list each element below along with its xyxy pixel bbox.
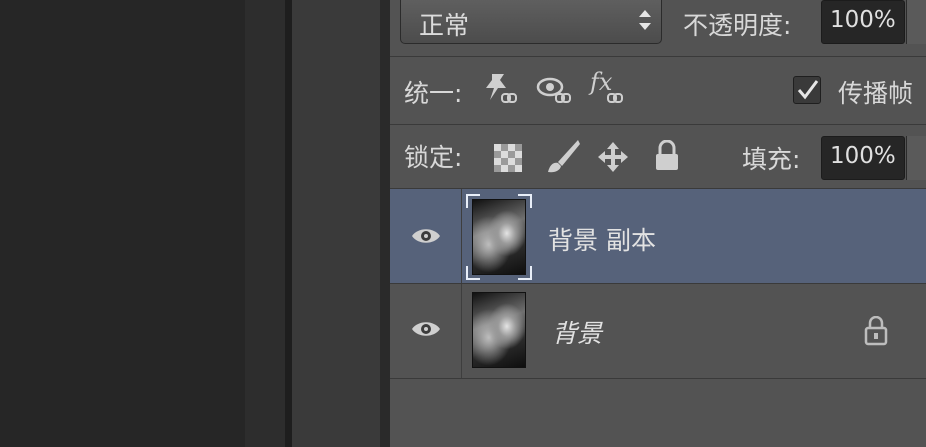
svg-text:fx: fx — [588, 68, 613, 96]
opacity-label: 不透明度: — [683, 11, 792, 40]
panel-dock-column — [292, 0, 380, 447]
eye-icon — [412, 229, 440, 243]
blend-mode-value: 正常 — [419, 11, 470, 40]
checkmark-icon — [797, 80, 819, 100]
unify-visibility-icon[interactable] — [536, 70, 580, 110]
opacity-dropdown-button[interactable] — [906, 0, 926, 44]
visibility-toggle[interactable] — [390, 284, 462, 378]
lock-all-icon[interactable] — [654, 140, 680, 172]
layer-thumbnail[interactable] — [472, 292, 526, 368]
fill-label: 填充: — [742, 145, 801, 174]
layer-row-bg-copy[interactable]: 背景 副本 — [390, 189, 926, 283]
lock-transparent-pixels-icon[interactable] — [494, 144, 522, 172]
visibility-toggle[interactable] — [390, 189, 462, 283]
fill-input[interactable]: 100% — [821, 136, 905, 180]
eye-icon — [412, 322, 440, 336]
canvas-area — [0, 0, 245, 447]
propagate-frame-checkbox[interactable] — [793, 76, 821, 104]
selection-bracket — [466, 194, 480, 208]
layer-name[interactable]: 背景 副本 — [548, 221, 656, 257]
select-arrows-icon — [639, 10, 651, 32]
lock-image-pixels-icon[interactable] — [542, 138, 582, 176]
fill-dropdown-button[interactable] — [906, 136, 926, 180]
unify-style-icon[interactable]: fx — [588, 68, 632, 110]
selection-bracket — [518, 194, 532, 208]
lock-icon — [864, 316, 888, 346]
layer-name[interactable]: 背景 — [552, 314, 602, 350]
panel-divider — [285, 0, 292, 447]
layers-panel: 正常 不透明度: 100% 统一: fx 传播帧 锁定: 填充: 100% 背景… — [390, 0, 926, 447]
opacity-input[interactable]: 100% — [821, 0, 905, 44]
layer-thumbnail[interactable] — [472, 199, 526, 275]
layer-row-background[interactable]: 背景 — [390, 284, 926, 378]
selection-bracket — [466, 266, 480, 280]
blend-mode-select[interactable]: 正常 — [400, 0, 662, 44]
lock-position-icon[interactable] — [596, 140, 630, 174]
selection-bracket — [518, 266, 532, 280]
unify-position-icon[interactable] — [484, 70, 524, 110]
panel-edge — [380, 0, 390, 447]
propagate-frame-label: 传播帧 — [838, 79, 914, 108]
pasteboard — [245, 0, 285, 447]
unify-label: 统一: — [404, 79, 463, 108]
lock-label: 锁定: — [404, 143, 463, 172]
